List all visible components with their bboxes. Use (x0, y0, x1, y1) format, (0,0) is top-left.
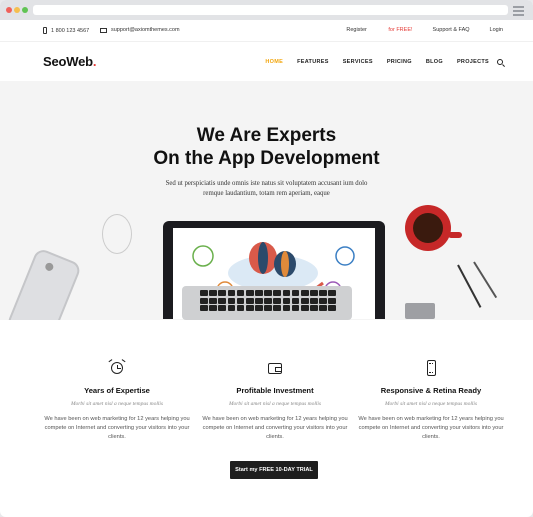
search-icon[interactable] (497, 59, 503, 65)
email-address[interactable]: support@axiomthemes.com (111, 27, 180, 33)
logo-text: SeoWeb (43, 54, 93, 69)
envelope-icon (100, 27, 107, 33)
wallet-icon (267, 360, 283, 376)
feature-tagline: Morbi sit amet nisl a neque tempus molli… (70, 401, 164, 407)
minimize-window-dot[interactable] (14, 7, 20, 13)
hero-title-line1: We Are Experts (196, 125, 337, 146)
close-window-dot[interactable] (6, 7, 12, 13)
nav-item-blog[interactable]: BLOG (426, 59, 443, 65)
feature-description: We have been on web marketing for 12 yea… (44, 416, 190, 440)
feature-tagline: Morbi sit amet nisl a neque tempus molli… (228, 401, 322, 407)
feature-title: Years of Expertise (84, 386, 150, 395)
nav-item-pricing[interactable]: PRICING (387, 59, 412, 65)
hero-subtitle: Sed ut perspiciatis unde omnis iste natu… (165, 180, 368, 197)
feature-description: We have been on web marketing for 12 yea… (202, 416, 348, 440)
logo-dot: . (92, 54, 97, 69)
site-header: SeoWeb. HOME FEATURES SERVICES PRICING B… (0, 42, 533, 79)
feature-title: Responsive & Retina Ready (380, 386, 482, 395)
email-contact[interactable]: support@axiomthemes.com (100, 27, 180, 33)
nav-item-features[interactable]: FEATURES (297, 59, 329, 65)
browser-chrome (0, 0, 533, 20)
feature-tagline: Morbi sit amet nisl a neque tempus molli… (384, 401, 478, 407)
browser-menu-icon[interactable] (513, 6, 524, 18)
feature-title: Profitable Investment (236, 386, 314, 395)
free-trial-button[interactable]: Start my FREE 10-DAY TRIAL (230, 461, 318, 479)
alarm-clock-icon (108, 359, 126, 376)
earphones-image (102, 214, 132, 254)
maximize-window-dot[interactable] (22, 7, 28, 13)
hero-title: We Are Experts On the App Development (0, 124, 533, 170)
keyboard-keys (200, 290, 337, 313)
site-logo[interactable]: SeoWeb. (43, 54, 97, 69)
hero-section: We Are Experts On the App Development Se… (0, 81, 533, 320)
main-nav: HOME FEATURES SERVICES PRICING BLOG PROJ… (251, 59, 489, 65)
coffee-cup-handle (448, 232, 462, 238)
nav-item-home[interactable]: HOME (265, 59, 283, 65)
support-faq-link[interactable]: Support & FAQ (433, 27, 470, 33)
smartphone-image (5, 247, 83, 320)
login-link[interactable]: Login (490, 27, 503, 33)
browser-window: 1 800 123 4567 support@axiomthemes.com R… (0, 0, 533, 517)
top-links: Register for FREE! Support & FAQ Login (306, 27, 503, 33)
feature-card: Years of Expertise Morbi sit amet nisl a… (37, 359, 197, 442)
feature-card: Profitable Investment Morbi sit amet nis… (195, 360, 355, 442)
feature-card: Responsive & Retina Ready Morbi sit amet… (351, 360, 511, 442)
register-free-label: for FREE! (388, 27, 413, 33)
register-label: Register (346, 27, 369, 33)
feature-description: We have been on web marketing for 12 yea… (358, 416, 504, 440)
pencil-image (473, 261, 498, 299)
coffee-cup-image (405, 205, 451, 251)
phone-icon (43, 27, 47, 34)
hard-drive-image (405, 303, 435, 319)
camera-icon (44, 261, 55, 273)
nav-item-projects[interactable]: PROJECTS (457, 59, 489, 65)
hero-title-line2: On the App Development (153, 148, 380, 169)
address-bar[interactable] (33, 5, 508, 15)
phone-contact: 1 800 123 4567 (43, 27, 89, 34)
top-bar: 1 800 123 4567 support@axiomthemes.com R… (0, 20, 533, 42)
nav-item-services[interactable]: SERVICES (343, 59, 373, 65)
phone-number: 1 800 123 4567 (51, 27, 90, 34)
register-link[interactable]: Register for FREE! (326, 27, 412, 33)
mobile-icon (423, 360, 439, 376)
